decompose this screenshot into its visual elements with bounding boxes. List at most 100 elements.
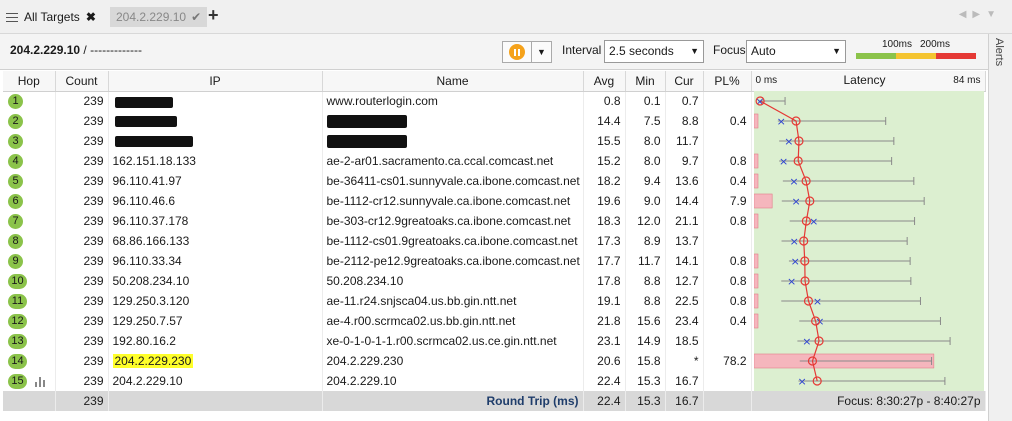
alerts-panel-tab[interactable]: Alerts (988, 34, 1012, 421)
hop-count: 239 (55, 171, 109, 191)
focus-time-range: Focus: 8:30:27p - 8:40:27p (751, 391, 986, 411)
tab-bar: All Targets ✖ 204.2.229.10 ✔ + ◀▶▼ (0, 0, 1012, 34)
hop-name: 204.2.229.10 (326, 374, 397, 388)
bar-chart-icon[interactable] (35, 376, 47, 387)
col-avg[interactable]: Avg (583, 71, 626, 92)
hop-name-cell (322, 111, 584, 131)
hop-count: 239 (55, 331, 109, 351)
hop-pl: 0.4 (703, 111, 752, 131)
hop-name-cell: 204.2.229.230 (322, 351, 584, 371)
hop-cur: 12.7 (665, 271, 704, 291)
menu-icon[interactable] (6, 12, 18, 22)
tab-target[interactable]: 204.2.229.10 ✔ (110, 7, 208, 27)
chevron-down-icon: ▼ (832, 46, 841, 56)
hop-cell: 2 (3, 111, 56, 131)
packet-loss-bar (754, 173, 759, 189)
redacted-ip (114, 136, 193, 148)
legend-yellow-bar (896, 53, 936, 59)
col-cur[interactable]: Cur (665, 71, 704, 92)
hop-name: ae-4.r00.scrmca02.us.bb.gin.ntt.net (326, 314, 516, 328)
current-latency-marker: × (802, 335, 811, 348)
pause-icon (509, 44, 525, 60)
col-name[interactable]: Name (322, 71, 584, 92)
hop-number: 6 (8, 193, 23, 209)
latency-chart: ×××××××××××××× (754, 91, 984, 391)
hop-ip: 50.208.234.10 (112, 274, 190, 288)
hop-avg: 15.5 (583, 131, 626, 151)
col-count[interactable]: Count (55, 71, 109, 92)
hop-avg: 17.8 (583, 271, 626, 291)
hop-name: be-1112-cs01.9greatoaks.ca.ibone.comcast… (326, 234, 578, 248)
col-ip[interactable]: IP (108, 71, 323, 92)
hop-cell: 15 (3, 371, 56, 391)
hop-avg: 17.7 (583, 251, 626, 271)
hop-ip-cell: 50.208.234.10 (108, 271, 323, 291)
hop-cur: 14.4 (665, 191, 704, 211)
focus-label: Focus (713, 43, 746, 57)
hop-count: 239 (55, 131, 109, 151)
packet-loss-bar (754, 253, 759, 269)
pause-button[interactable] (502, 41, 532, 63)
hop-cur: * (665, 351, 704, 371)
hop-name-cell: 204.2.229.10 (322, 371, 584, 391)
col-hop[interactable]: Hop (3, 71, 56, 92)
hop-min: 9.4 (625, 171, 666, 191)
hop-name-cell: be-1112-cs01.9greatoaks.ca.ibone.comcast… (322, 231, 584, 251)
col-pl[interactable]: PL% (703, 71, 752, 92)
hop-pl: 0.8 (703, 151, 752, 171)
hop-name: ae-2-ar01.sacramento.ca.ccal.comcast.net (326, 154, 554, 168)
hop-min: 12.0 (625, 211, 666, 231)
hop-name: 204.2.229.230 (326, 354, 404, 368)
hop-cell: 12 (3, 311, 56, 331)
hop-pl: 0.8 (703, 291, 752, 311)
latency-title: Latency (843, 73, 886, 87)
hop-min: 15.6 (625, 311, 666, 331)
latency-max-label: 84 ms (953, 75, 981, 86)
hop-pl: 0.8 (703, 271, 752, 291)
tab-all-targets[interactable]: All Targets ✖ (6, 6, 96, 28)
round-trip-label: Round Trip (ms) (322, 391, 584, 411)
hop-count: 239 (55, 231, 109, 251)
close-icon[interactable]: ✖ (86, 10, 96, 24)
hop-number: 11 (8, 293, 27, 309)
target-ip: 204.2.229.10 (10, 43, 81, 57)
packet-loss-bar (754, 193, 773, 209)
col-latency[interactable]: 0 ms Latency 84 ms (751, 71, 986, 92)
hop-cell: 5 (3, 171, 56, 191)
legend-green-bar (856, 53, 896, 59)
hop-min: 8.8 (625, 271, 666, 291)
hop-count: 239 (55, 151, 109, 171)
hop-ip-cell: 204.2.229.230 (108, 351, 323, 371)
hop-name: be-36411-cs01.sunnyvale.ca.ibone.comcast… (326, 174, 580, 188)
packet-loss-bar (754, 313, 759, 329)
pause-options-dropdown[interactable]: ▼ (532, 41, 552, 63)
hop-avg: 19.1 (583, 291, 626, 311)
hop-cell: 4 (3, 151, 56, 171)
current-latency-marker: × (798, 375, 807, 388)
hop-cur: 16.7 (665, 371, 704, 391)
totals-hop (3, 391, 56, 411)
col-min[interactable]: Min (625, 71, 666, 92)
hop-name-cell: be-303-cr12.9greatoaks.ca.ibone.comcast.… (322, 211, 584, 231)
current-latency-marker: × (784, 135, 793, 148)
hop-ip-cell (108, 91, 323, 111)
hop-count: 239 (55, 111, 109, 131)
hop-avg: 18.3 (583, 211, 626, 231)
focus-select[interactable]: Auto ▼ (746, 40, 846, 63)
hop-cur: 21.1 (665, 211, 704, 231)
hop-number: 8 (8, 233, 23, 249)
current-latency-marker: × (789, 175, 798, 188)
hop-ip-cell: 129.250.3.120 (108, 291, 323, 311)
hop-min: 9.0 (625, 191, 666, 211)
hop-ip-cell: 192.80.16.2 (108, 331, 323, 351)
hop-cell: 13 (3, 331, 56, 351)
target-path-suffix: / ------------- (80, 43, 143, 57)
add-tab-button[interactable]: + (208, 4, 219, 26)
hop-avg: 17.3 (583, 231, 626, 251)
current-latency-marker: × (779, 155, 788, 168)
tab-scroll-arrows-icon[interactable]: ◀▶▼ (959, 9, 1002, 20)
interval-select[interactable]: 2.5 seconds ▼ (604, 40, 704, 63)
hop-cur: 11.7 (665, 131, 704, 151)
hop-cell: 9 (3, 251, 56, 271)
hop-name: 50.208.234.10 (326, 274, 404, 288)
